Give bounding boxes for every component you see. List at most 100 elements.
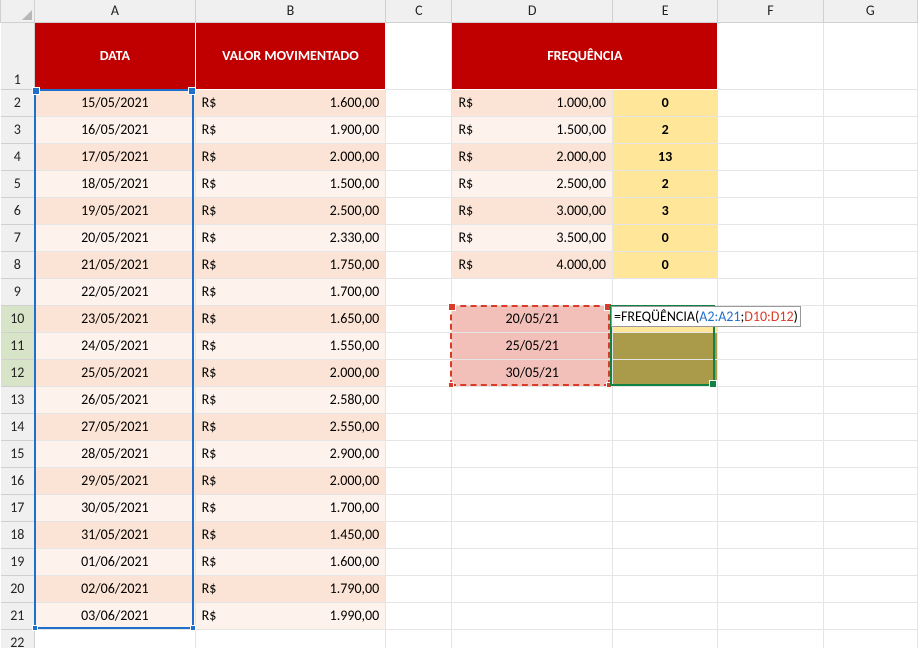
cell-e18[interactable] xyxy=(612,521,717,548)
cell-b16[interactable]: R$2.000,00 xyxy=(195,467,386,494)
cell-g4[interactable] xyxy=(823,143,917,170)
cell-b6[interactable]: R$2.500,00 xyxy=(195,197,386,224)
row-header-11[interactable]: 11 xyxy=(1,332,35,359)
cell-c2[interactable] xyxy=(386,89,452,116)
cell-b4[interactable]: R$2.000,00 xyxy=(195,143,386,170)
cell-b8[interactable]: R$1.750,00 xyxy=(195,251,386,278)
cell-g16[interactable] xyxy=(823,467,917,494)
cell-f3[interactable] xyxy=(718,116,823,143)
cell-a6[interactable]: 19/05/2021 xyxy=(35,197,196,224)
cell-c7[interactable] xyxy=(386,224,452,251)
cell-b10[interactable]: R$1.650,00 xyxy=(195,305,386,332)
row-header-8[interactable]: 8 xyxy=(1,251,35,278)
cell-e5[interactable]: 2 xyxy=(612,170,717,197)
cell-g22[interactable] xyxy=(823,629,917,648)
cell-g19[interactable] xyxy=(823,548,917,575)
cell-e20[interactable] xyxy=(612,575,717,602)
cell-a9[interactable]: 22/05/2021 xyxy=(35,278,196,305)
cell-a16[interactable]: 29/05/2021 xyxy=(35,467,196,494)
cell-c10[interactable] xyxy=(386,305,452,332)
cell-f13[interactable] xyxy=(718,386,823,413)
cell-e12[interactable] xyxy=(612,359,717,386)
cell-c21[interactable] xyxy=(386,602,452,629)
cell-d9[interactable] xyxy=(452,278,613,305)
cell-e22[interactable] xyxy=(612,629,717,648)
cell-c20[interactable] xyxy=(386,575,452,602)
cell-a12[interactable]: 25/05/2021 xyxy=(35,359,196,386)
cell-e6[interactable]: 3 xyxy=(612,197,717,224)
cell-f16[interactable] xyxy=(718,467,823,494)
cell-g2[interactable] xyxy=(823,89,917,116)
cell-d11[interactable]: 25/05/21 xyxy=(452,332,613,359)
cell-d6[interactable]: R$3.000,00 xyxy=(452,197,613,224)
cell-g18[interactable] xyxy=(823,521,917,548)
cell-f6[interactable] xyxy=(718,197,823,224)
cell-c19[interactable] xyxy=(386,548,452,575)
row-header-19[interactable]: 19 xyxy=(1,548,35,575)
cell-a18[interactable]: 31/05/2021 xyxy=(35,521,196,548)
cell-d18[interactable] xyxy=(452,521,613,548)
header-frequencia[interactable]: FREQUÊNCIA xyxy=(452,22,718,89)
cell-e19[interactable] xyxy=(612,548,717,575)
cell-f18[interactable] xyxy=(718,521,823,548)
cell-g21[interactable] xyxy=(823,602,917,629)
cell-g15[interactable] xyxy=(823,440,917,467)
cell-f14[interactable] xyxy=(718,413,823,440)
cell-e13[interactable] xyxy=(612,386,717,413)
cell-g5[interactable] xyxy=(823,170,917,197)
cell-a17[interactable]: 30/05/2021 xyxy=(35,494,196,521)
row-header-13[interactable]: 13 xyxy=(1,386,35,413)
cell-e8[interactable]: 0 xyxy=(612,251,717,278)
cell-a15[interactable]: 28/05/2021 xyxy=(35,440,196,467)
row-header-17[interactable]: 17 xyxy=(1,494,35,521)
cell-e14[interactable] xyxy=(612,413,717,440)
cell-a19[interactable]: 01/06/2021 xyxy=(35,548,196,575)
cell-b22[interactable] xyxy=(195,629,386,648)
cell-d3[interactable]: R$1.500,00 xyxy=(452,116,613,143)
cell-d15[interactable] xyxy=(452,440,613,467)
cell-d17[interactable] xyxy=(452,494,613,521)
cell-f5[interactable] xyxy=(718,170,823,197)
cell-c18[interactable] xyxy=(386,521,452,548)
cell-a7[interactable]: 20/05/2021 xyxy=(35,224,196,251)
cell-d5[interactable]: R$2.500,00 xyxy=(452,170,613,197)
cell-a14[interactable]: 27/05/2021 xyxy=(35,413,196,440)
cell-c16[interactable] xyxy=(386,467,452,494)
cell-b13[interactable]: R$2.580,00 xyxy=(195,386,386,413)
cell-f22[interactable] xyxy=(718,629,823,648)
cell-g1[interactable] xyxy=(823,22,917,89)
cell-e9[interactable] xyxy=(612,278,717,305)
row-header-4[interactable]: 4 xyxy=(1,143,35,170)
cell-f17[interactable] xyxy=(718,494,823,521)
cell-d7[interactable]: R$3.500,00 xyxy=(452,224,613,251)
cell-e2[interactable]: 0 xyxy=(612,89,717,116)
cell-g9[interactable] xyxy=(823,278,917,305)
cell-f7[interactable] xyxy=(718,224,823,251)
cell-d22[interactable] xyxy=(452,629,613,648)
cell-e3[interactable]: 2 xyxy=(612,116,717,143)
col-header-b[interactable]: B xyxy=(195,0,386,22)
cell-f8[interactable] xyxy=(718,251,823,278)
col-header-g[interactable]: G xyxy=(823,0,917,22)
row-header-1[interactable]: 1 xyxy=(1,22,35,89)
row-header-10[interactable]: 10 xyxy=(1,305,35,332)
cell-d4[interactable]: R$2.000,00 xyxy=(452,143,613,170)
cell-b17[interactable]: R$1.700,00 xyxy=(195,494,386,521)
cell-e4[interactable]: 13 xyxy=(612,143,717,170)
cell-d13[interactable] xyxy=(452,386,613,413)
cell-a10[interactable]: 23/05/2021 xyxy=(35,305,196,332)
cell-a11[interactable]: 24/05/2021 xyxy=(35,332,196,359)
row-header-7[interactable]: 7 xyxy=(1,224,35,251)
cell-b7[interactable]: R$2.330,00 xyxy=(195,224,386,251)
cell-g10[interactable] xyxy=(823,305,917,332)
cell-c8[interactable] xyxy=(386,251,452,278)
cell-a20[interactable]: 02/06/2021 xyxy=(35,575,196,602)
cell-f12[interactable] xyxy=(718,359,823,386)
col-header-d[interactable]: D xyxy=(452,0,613,22)
row-header-6[interactable]: 6 xyxy=(1,197,35,224)
cell-g13[interactable] xyxy=(823,386,917,413)
cell-g11[interactable] xyxy=(823,332,917,359)
cell-d16[interactable] xyxy=(452,467,613,494)
col-header-c[interactable]: C xyxy=(386,0,452,22)
cell-b12[interactable]: R$2.000,00 xyxy=(195,359,386,386)
